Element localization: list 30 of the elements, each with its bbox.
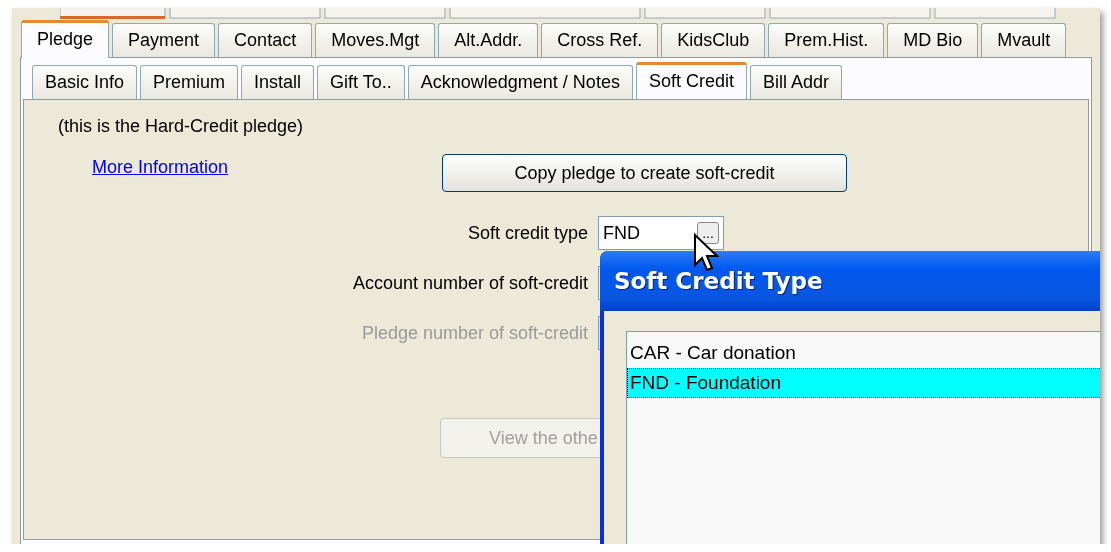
tab[interactable]: MD Bio bbox=[887, 23, 979, 57]
tab[interactable]: Gift To.. bbox=[317, 65, 405, 99]
tab[interactable]: Alt.Addr. bbox=[438, 23, 539, 57]
field-label: Account number of soft-credit bbox=[352, 272, 588, 294]
tab[interactable]: Pledge bbox=[21, 20, 110, 58]
copy-pledge-button[interactable]: Copy pledge to create soft-credit bbox=[442, 154, 847, 192]
tab[interactable]: Mvault bbox=[981, 23, 1067, 57]
tab[interactable]: KidsClub bbox=[661, 23, 766, 57]
tab[interactable]: Basic Info bbox=[32, 65, 138, 99]
list-item[interactable]: CAR - Car donation bbox=[627, 338, 1100, 368]
tab[interactable]: Bill Addr bbox=[749, 65, 842, 99]
dialog-title: Soft Credit Type bbox=[600, 251, 1100, 311]
tab[interactable]: Install bbox=[241, 65, 315, 99]
field-label: Soft credit type bbox=[467, 222, 588, 244]
more-information-link[interactable]: More Information bbox=[92, 157, 229, 178]
list-item[interactable]: FND - Foundation bbox=[627, 368, 1100, 398]
tab[interactable]: Prem.Hist. bbox=[768, 23, 885, 57]
tab[interactable]: Soft Credit bbox=[635, 62, 747, 100]
tab[interactable]: Cross Ref. bbox=[541, 23, 659, 57]
tab[interactable]: Premium bbox=[140, 65, 239, 99]
input-field[interactable]: FND ... bbox=[598, 216, 724, 250]
tab[interactable]: Contact bbox=[218, 23, 313, 57]
field-label: Pledge number of soft-credit bbox=[361, 322, 588, 344]
tab[interactable]: Acknowledgment / Notes bbox=[407, 65, 633, 99]
tab[interactable]: Payment bbox=[112, 23, 216, 57]
field-value: FND bbox=[603, 222, 640, 244]
tab[interactable]: Moves.Mgt bbox=[315, 23, 436, 57]
lookup-button[interactable]: ... bbox=[697, 222, 719, 244]
cursor-icon bbox=[693, 233, 719, 273]
hard-credit-note: (this is the Hard-Credit pledge) bbox=[58, 116, 305, 137]
